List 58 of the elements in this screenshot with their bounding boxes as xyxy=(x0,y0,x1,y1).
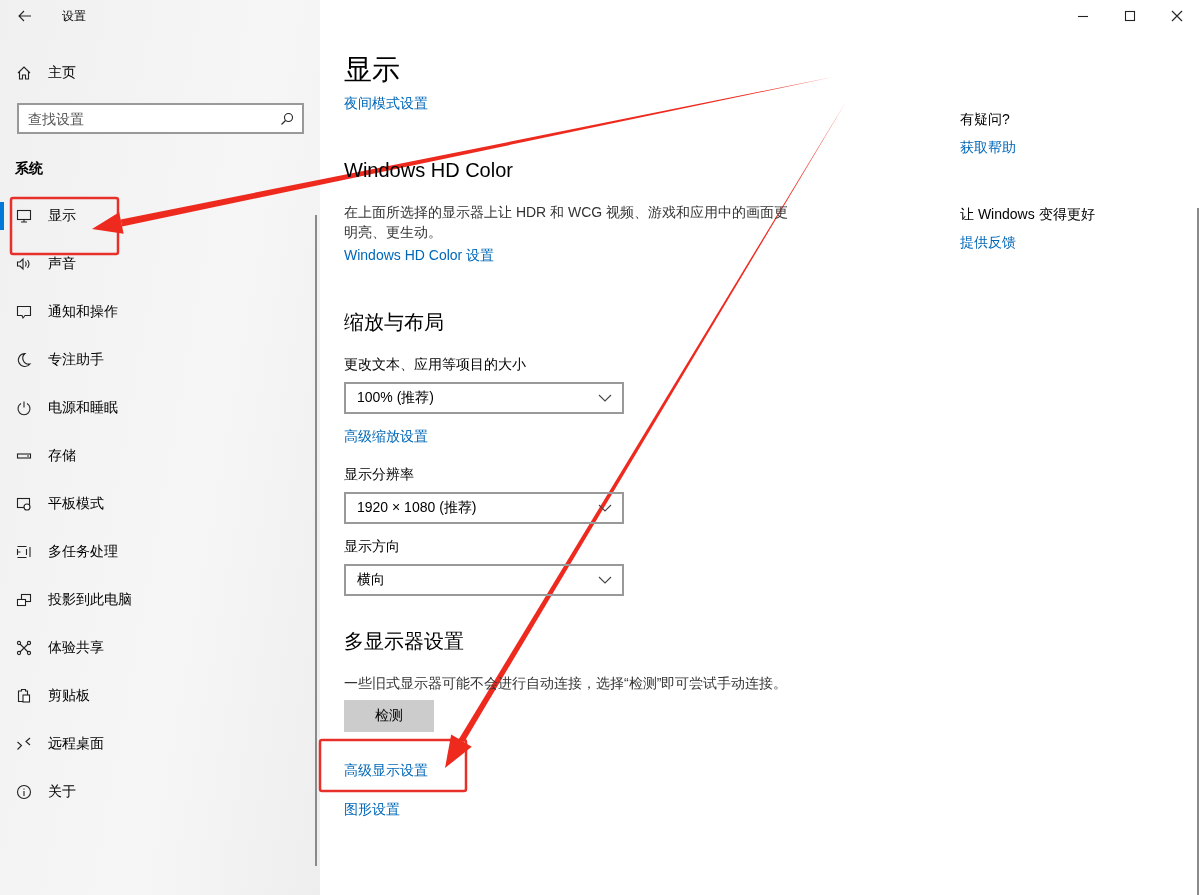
nav-item[interactable]: 存储 xyxy=(0,432,312,480)
nav-item[interactable]: 声音 xyxy=(0,240,312,288)
close-icon[interactable] xyxy=(1171,10,1183,22)
tablet-icon xyxy=(16,496,32,512)
nav-item[interactable]: 体验共享 xyxy=(0,624,312,672)
nav-item[interactable]: 关于 xyxy=(0,768,312,816)
maximize-icon[interactable] xyxy=(1124,10,1136,22)
home-nav-item[interactable]: 主页 xyxy=(0,49,312,97)
section-heading: 缩放与布局 xyxy=(344,310,445,335)
nav-item[interactable]: 远程桌面 xyxy=(0,720,312,768)
link[interactable]: 获取帮助 xyxy=(960,137,1016,157)
chevron-down-icon xyxy=(598,576,612,584)
aside-heading: 让 Windows 变得更好 xyxy=(960,205,1095,224)
dropdown[interactable]: 横向 xyxy=(344,564,624,596)
nav-item[interactable]: 平板模式 xyxy=(0,480,312,528)
section-heading: 系统 xyxy=(15,159,44,178)
home-icon xyxy=(16,65,32,81)
nav-item[interactable]: 多任务处理 xyxy=(0,528,312,576)
search-icon xyxy=(280,112,294,126)
link[interactable]: 提供反馈 xyxy=(960,232,1016,252)
link[interactable]: Windows HD Color 设置 xyxy=(344,245,495,265)
link[interactable]: 夜间模式设置 xyxy=(344,93,428,113)
search-field[interactable]: 查找设置 xyxy=(17,103,304,134)
scrollbar[interactable] xyxy=(315,215,317,866)
speech-bubble-icon xyxy=(16,304,32,320)
back-button[interactable] xyxy=(17,8,33,24)
dropdown[interactable]: 1920 × 1080 (推荐) xyxy=(344,492,624,524)
remote-desktop-icon xyxy=(16,736,32,752)
clipboard-icon xyxy=(16,688,32,704)
field-label: 更改文本、应用等项目的大小 xyxy=(344,355,527,374)
scrollbar[interactable] xyxy=(1197,208,1199,895)
nav-item[interactable]: 投影到此电脑 xyxy=(0,576,312,624)
nav-item[interactable]: 通知和操作 xyxy=(0,288,312,336)
section-heading: 多显示器设置 xyxy=(344,629,465,654)
window-title: 设置 xyxy=(62,7,86,25)
nav-item[interactable]: 显示 xyxy=(0,192,312,240)
back-arrow-icon xyxy=(17,8,33,24)
dropdown[interactable]: 100% (推荐) xyxy=(344,382,624,414)
projector-icon xyxy=(16,592,32,608)
nav-item[interactable]: 电源和睡眠 xyxy=(0,384,312,432)
chevron-down-icon xyxy=(598,394,612,402)
info-icon xyxy=(16,784,32,800)
share-nodes-icon xyxy=(16,640,32,656)
monitor-icon xyxy=(16,208,32,224)
link[interactable]: 高级缩放设置 xyxy=(344,426,428,446)
detect-button[interactable]: 检测 xyxy=(344,700,434,732)
page-title: 显示 xyxy=(344,53,401,87)
field-label: 显示分辨率 xyxy=(344,465,415,484)
field-label: 显示方向 xyxy=(344,537,401,556)
moon-icon xyxy=(16,352,32,368)
multitask-icon xyxy=(16,544,32,560)
link[interactable]: 图形设置 xyxy=(344,799,400,819)
speaker-icon xyxy=(16,256,32,272)
nav-item[interactable]: 剪贴板 xyxy=(0,672,312,720)
link[interactable]: 高级显示设置 xyxy=(344,760,428,780)
power-icon xyxy=(16,400,32,416)
aside-heading: 有疑问? xyxy=(960,110,1011,129)
nav-item[interactable]: 专注助手 xyxy=(0,336,312,384)
